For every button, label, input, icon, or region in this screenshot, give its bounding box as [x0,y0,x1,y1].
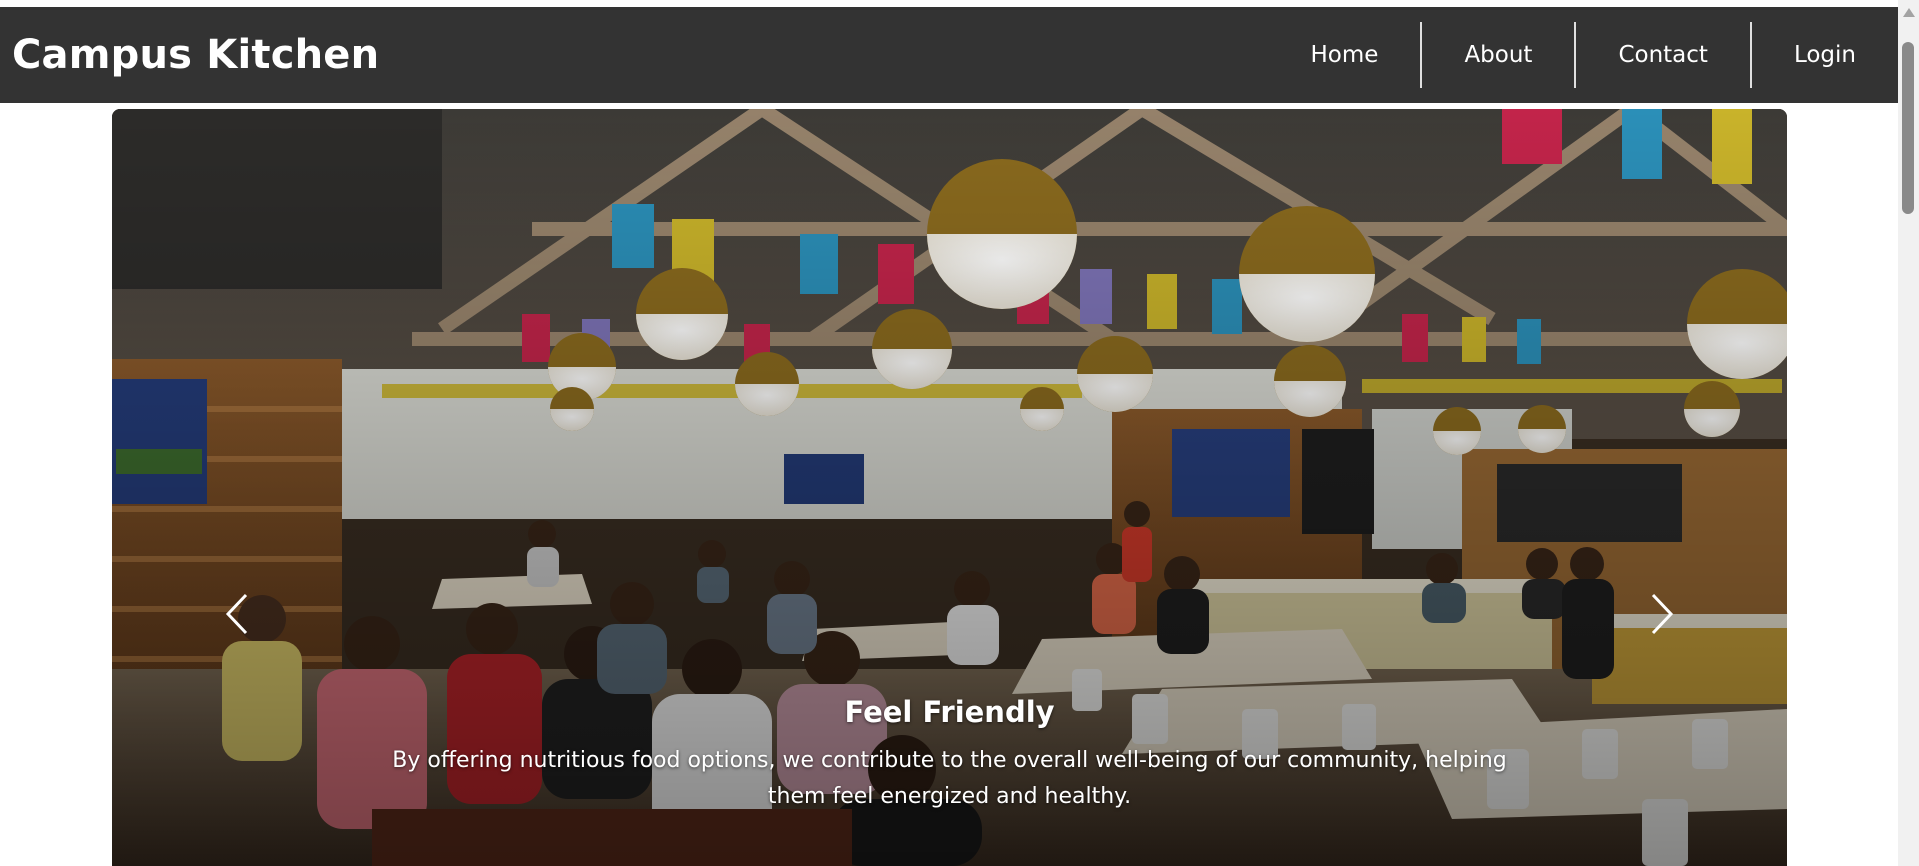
nav-home[interactable]: Home [1269,22,1421,88]
chevron-right-icon[interactable] [1639,589,1679,639]
nav-about[interactable]: About [1422,22,1574,88]
caption-title: Feel Friendly [844,695,1055,729]
chevron-left-icon[interactable] [220,589,260,639]
hero-carousel: Feel Friendly By offering nutritious foo… [112,109,1787,866]
nav-contact[interactable]: Contact [1576,22,1749,88]
scroll-up-arrow-icon[interactable] [1903,8,1915,17]
caption-text: By offering nutritious food options, we … [392,748,1507,809]
main-nav: Home About Contact Login [1269,7,1898,103]
brand-title[interactable]: Campus Kitchen [12,32,379,78]
top-strip [0,0,1900,7]
nav-divider [1574,22,1577,88]
navbar: Campus Kitchen Home About Contact Login [0,7,1898,103]
page-scrollbar[interactable] [1898,0,1919,866]
nav-divider [1420,22,1423,88]
nav-login[interactable]: Login [1752,22,1898,88]
nav-divider [1749,22,1752,88]
scrollbar-thumb[interactable] [1902,42,1914,214]
carousel-caption: Feel Friendly By offering nutritious foo… [112,695,1787,815]
